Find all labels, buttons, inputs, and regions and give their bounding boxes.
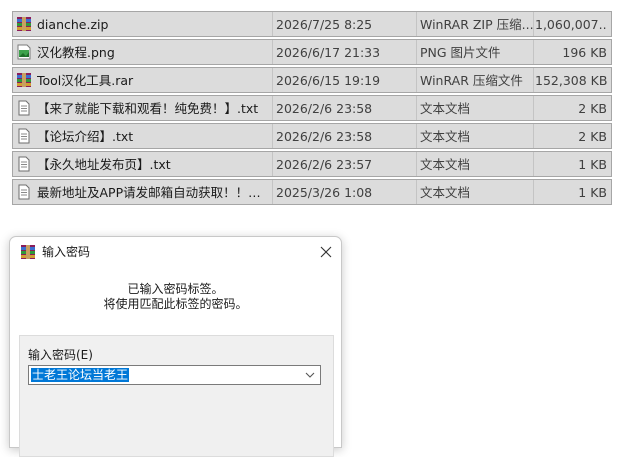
password-combobox[interactable]: 士老王论坛当老王 [28, 365, 321, 385]
file-row[interactable]: 最新地址及APP请发邮箱自动获取！！！.... 2025/3/26 1:08 文… [12, 179, 612, 205]
dialog-message: 已输入密码标签。 将使用匹配此标签的密码。 [10, 282, 341, 312]
message-line-1: 已输入密码标签。 [127, 282, 224, 296]
file-row[interactable]: 【来了就能下载和观看！纯免费！】.txt 2026/2/6 23:58 文本文档… [12, 95, 612, 121]
file-date: 2026/2/6 23:58 [276, 129, 373, 144]
file-name: Tool汉化工具.rar [37, 73, 134, 88]
file-date: 2026/2/6 23:57 [276, 157, 373, 172]
file-size: 2 KB [578, 129, 607, 144]
password-value[interactable]: 士老王论坛当老王 [31, 368, 130, 382]
text-file-icon [18, 156, 30, 172]
text-file-icon [18, 184, 30, 200]
file-size: 196 KB [562, 45, 607, 60]
file-row[interactable]: 【永久地址发布页】.txt 2026/2/6 23:57 文本文档 1 KB [12, 151, 612, 177]
file-row[interactable]: dianche.zip 2026/7/25 8:25 WinRAR ZIP 压缩… [12, 11, 612, 37]
file-name: 汉化教程.png [37, 45, 115, 60]
dialog-titlebar[interactable]: 输入密码 [10, 237, 341, 267]
file-date: 2026/7/25 8:25 [276, 17, 373, 32]
file-size: 2 KB [578, 101, 607, 116]
password-group: 输入密码(E) 士老王论坛当老王 [19, 335, 334, 457]
file-size: 152,308 KB [535, 73, 607, 88]
text-file-icon [18, 128, 30, 144]
file-list: dianche.zip 2026/7/25 8:25 WinRAR ZIP 压缩… [12, 11, 612, 207]
winrar-icon [21, 245, 35, 259]
dialog-title: 输入密码 [42, 245, 91, 259]
file-type: 文本文档 [420, 185, 471, 200]
file-date: 2026/6/15 19:19 [276, 73, 381, 88]
message-line-2: 将使用匹配此标签的密码。 [103, 297, 248, 311]
file-name: dianche.zip [37, 17, 109, 32]
file-date: 2026/6/17 21:33 [276, 45, 381, 60]
png-image-icon [17, 44, 31, 60]
file-row[interactable]: 【论坛介绍】.txt 2026/2/6 23:58 文本文档 2 KB [12, 123, 612, 149]
file-type: WinRAR 压缩文件 [420, 73, 523, 88]
file-size: 1 KB [578, 185, 607, 200]
file-row[interactable]: 汉化教程.png 2026/6/17 21:33 PNG 图片文件 196 KB [12, 39, 612, 65]
file-name: 【论坛介绍】.txt [37, 129, 134, 144]
chevron-down-icon[interactable] [303, 368, 317, 382]
file-type: 文本文档 [420, 101, 471, 116]
password-dialog: 输入密码 已输入密码标签。 将使用匹配此标签的密码。 输入密码(E) 士老王论坛… [9, 236, 342, 457]
text-file-icon [18, 100, 30, 116]
file-name: 【来了就能下载和观看！纯免费！】.txt [37, 101, 259, 116]
file-size: 1 KB [578, 157, 607, 172]
file-type: PNG 图片文件 [420, 45, 501, 60]
file-date: 2026/2/6 23:58 [276, 101, 373, 116]
file-size: 1,060,007... [535, 17, 607, 32]
file-name: 【永久地址发布页】.txt [37, 157, 171, 172]
file-type: 文本文档 [420, 157, 471, 172]
file-row[interactable]: Tool汉化工具.rar 2026/6/15 19:19 WinRAR 压缩文件… [12, 67, 612, 93]
file-type: 文本文档 [420, 129, 471, 144]
close-icon[interactable] [315, 241, 337, 263]
password-label: 输入密码(E) [28, 348, 93, 362]
rar-archive-icon [17, 73, 31, 87]
file-type: WinRAR ZIP 压缩... [420, 17, 534, 32]
file-date: 2025/3/26 1:08 [276, 185, 373, 200]
file-name: 最新地址及APP请发邮箱自动获取！！！.... [37, 185, 273, 200]
zip-archive-icon [17, 17, 31, 31]
